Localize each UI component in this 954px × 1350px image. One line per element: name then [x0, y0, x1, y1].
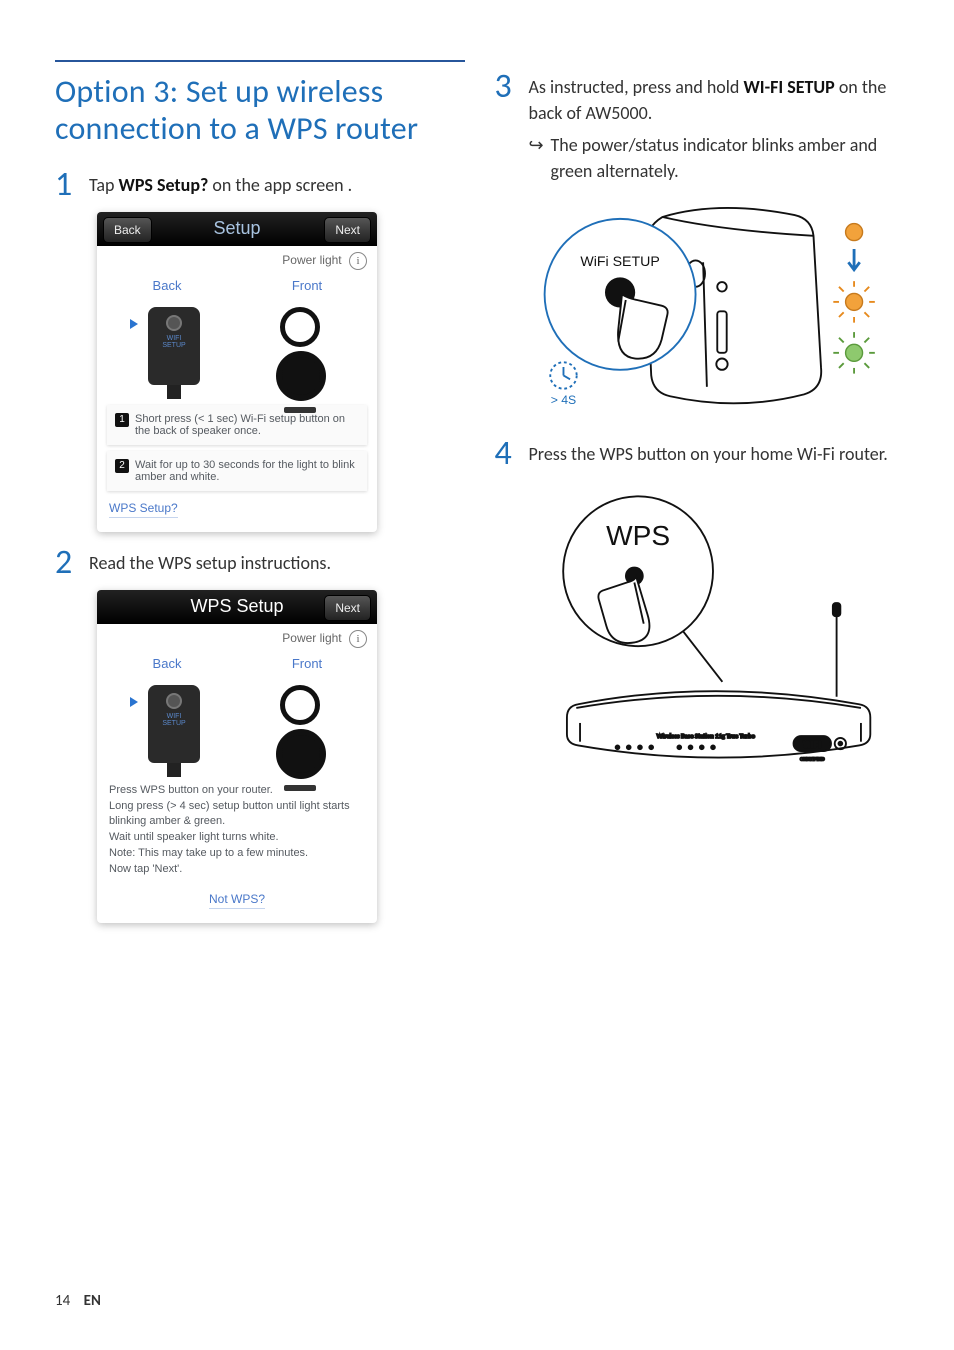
- app1-instr2-badge: 2: [115, 459, 129, 473]
- step-3-bold: WI-FI SETUP: [743, 76, 834, 98]
- sub-bullet-arrow-icon: ↪: [529, 132, 551, 184]
- step-3: 3 As instructed, press and hold WI-FI SE…: [495, 74, 905, 184]
- arrow-icon: [130, 319, 138, 329]
- app1-speaker-lbl: WIFI SETUP: [148, 335, 200, 350]
- page-number: 14: [55, 1292, 70, 1310]
- app1-instr1-badge: 1: [115, 413, 129, 427]
- step-2-text: Read the WPS setup instructions.: [89, 550, 331, 576]
- app2-tab-front[interactable]: Front: [237, 652, 377, 679]
- step-1-text: Tap WPS Setup? on the app screen .: [89, 172, 352, 198]
- app1-instr2: 2 Wait for up to 30 seconds for the ligh…: [107, 451, 367, 491]
- timer-icon: [550, 363, 576, 389]
- leader-line: [683, 632, 722, 683]
- step-1: 1 Tap WPS Setup? on the app screen .: [55, 172, 465, 202]
- wifi-setup-dot-icon: [168, 317, 180, 329]
- fig1-timer: > 4S: [550, 393, 576, 407]
- app2-header: WPS Setup Next: [97, 590, 377, 624]
- app1-title: Setup: [213, 218, 260, 239]
- step-1-post: on the app screen .: [208, 174, 352, 196]
- step-3-sub-text: The power/status indicator blinks amber …: [551, 132, 905, 184]
- speaker-front-icon: [276, 685, 324, 763]
- fig2-router-label: Wireless Base Station 11g True Turbo: [656, 732, 755, 740]
- app1-tab-front[interactable]: Front: [237, 274, 377, 301]
- info-icon[interactable]: i: [349, 630, 367, 648]
- app2-device-front: [268, 685, 332, 763]
- step-1-number: 1: [55, 168, 89, 202]
- app1-back-button[interactable]: Back: [103, 217, 152, 243]
- led-solid-icon: [845, 224, 862, 241]
- page-footer: 14 EN: [55, 1292, 101, 1310]
- step-2: 2 Read the WPS setup instructions.: [55, 550, 465, 580]
- section-rule: [55, 60, 465, 62]
- app1-device-front: [268, 307, 332, 385]
- app1-power-light-row: Power light i: [97, 246, 377, 274]
- step-3-sub: ↪ The power/status indicator blinks ambe…: [529, 132, 905, 184]
- wifi-setup-dot-icon: [168, 695, 180, 707]
- step-4-number: 4: [495, 437, 529, 471]
- router-illustration: WPS: [535, 487, 891, 796]
- app1-tabs: Back Front: [97, 274, 377, 301]
- app2-not-wps-link[interactable]: Not WPS?: [209, 892, 265, 909]
- app2-next-button[interactable]: Next: [324, 595, 371, 621]
- app1-tab-back[interactable]: Back: [97, 274, 237, 301]
- app2-speaker-lbl: WIFI SETUP: [148, 713, 200, 728]
- fig2-wifi-badge: WIFI: [803, 740, 821, 750]
- step-4: 4 Press the WPS button on your home Wi-F…: [495, 441, 905, 471]
- fig2-cert: CERTIFIED: [799, 757, 824, 762]
- app1-device-back: WIFI SETUP: [142, 307, 206, 385]
- step-3-number: 3: [495, 70, 529, 104]
- page-lang: EN: [84, 1292, 101, 1310]
- app2-device-row: WIFI SETUP: [97, 679, 377, 777]
- app1-power-light-label: Power light: [282, 253, 341, 267]
- figure-router-wps: WPS: [535, 487, 895, 796]
- app2-tabs: Back Front: [97, 652, 377, 679]
- app1-instr2-text: Wait for up to 30 seconds for the light …: [135, 459, 359, 483]
- figure-wifi-setup: WiFi SETUP > 4S: [535, 200, 875, 417]
- app1-next-button[interactable]: Next: [324, 217, 371, 243]
- section-title: Option 3: Set up wireless connection to …: [55, 74, 465, 148]
- fig1-callout: WiFi SETUP: [580, 253, 659, 269]
- speaker-back-icon: WIFI SETUP: [148, 307, 200, 385]
- app1-wps-setup-link[interactable]: WPS Setup?: [109, 501, 178, 518]
- app2-power-light-row: Power light i: [97, 624, 377, 652]
- app-screenshot-setup: Back Setup Next Power light i Back Front: [97, 212, 377, 532]
- app1-instr1-text: Short press (< 1 sec) Wi-Fi setup button…: [135, 413, 359, 437]
- arrow-down-icon: [848, 249, 859, 270]
- app1-device-row: WIFI SETUP: [97, 301, 377, 399]
- app2-title: WPS Setup: [190, 596, 283, 617]
- step-1-bold: WPS Setup?: [119, 174, 209, 196]
- speaker-front-icon: [276, 307, 324, 385]
- app-screenshot-wps: WPS Setup Next Power light i Back Front: [97, 590, 377, 924]
- app2-tab-back[interactable]: Back: [97, 652, 237, 679]
- led-blink-amber-icon: [833, 282, 875, 324]
- led-blink-green-icon: [833, 332, 875, 374]
- step-4-text: Press the WPS button on your home Wi-Fi …: [529, 441, 888, 467]
- app1-header: Back Setup Next: [97, 212, 377, 246]
- step-1-pre: Tap: [89, 174, 119, 196]
- step-3-text: As instructed, press and hold WI-FI SETU…: [529, 74, 905, 184]
- speaker-back-icon: WIFI SETUP: [148, 685, 200, 763]
- fig2-bubble: WPS: [606, 520, 670, 551]
- info-icon[interactable]: i: [349, 252, 367, 270]
- app2-device-back: WIFI SETUP: [142, 685, 206, 763]
- app2-power-light-label: Power light: [282, 631, 341, 645]
- app1-instr1: 1 Short press (< 1 sec) Wi-Fi setup butt…: [107, 405, 367, 445]
- app2-paragraph: Press WPS button on your router. Long pr…: [97, 777, 377, 889]
- wifi-setup-illustration: WiFi SETUP > 4S: [535, 200, 875, 417]
- step-3-pre: As instructed, press and hold: [529, 76, 744, 98]
- arrow-icon: [130, 697, 138, 707]
- step-2-number: 2: [55, 546, 89, 580]
